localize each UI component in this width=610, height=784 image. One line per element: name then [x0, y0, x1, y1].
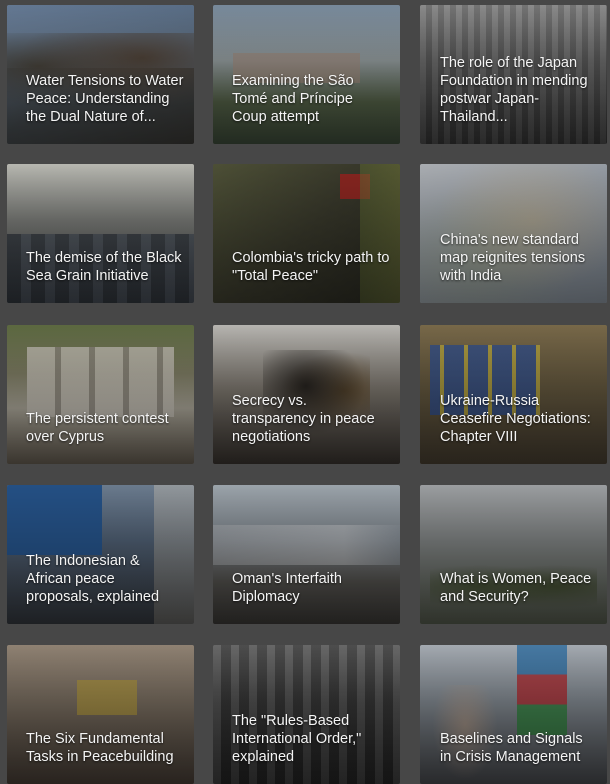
article-title: The "Rules-Based International Order," e…: [232, 713, 362, 765]
article-title: Examining the São Tomé and Príncipe Coup…: [232, 73, 354, 125]
article-card-china-map[interactable]: China's new standard map reignites tensi…: [420, 164, 607, 303]
article-title: Baselines and Signals in Crisis Manageme…: [440, 731, 583, 765]
article-card-japan-foundation[interactable]: The role of the Japan Foundation in mend…: [420, 5, 607, 144]
article-card-ukraine-russia[interactable]: Ukraine-Russia Ceasefire Negotiations: C…: [420, 325, 607, 464]
article-card-black-sea-grain[interactable]: The demise of the Black Sea Grain Initia…: [7, 164, 194, 303]
article-title: China's new standard map reignites tensi…: [440, 232, 586, 284]
article-card-oman-interfaith[interactable]: Oman's Interfaith Diplomacy: [213, 485, 400, 624]
article-card-six-tasks[interactable]: The Six Fundamental Tasks in Peacebuildi…: [7, 645, 194, 784]
article-card-rules-based-order[interactable]: The "Rules-Based International Order," e…: [213, 645, 400, 784]
article-card-cyprus[interactable]: The persistent contest over Cyprus: [7, 325, 194, 464]
article-card-baselines-signals[interactable]: Baselines and Signals in Crisis Manageme…: [420, 645, 607, 784]
article-card-secrecy-transparency[interactable]: Secrecy vs. transparency in peace negoti…: [213, 325, 400, 464]
article-title: Colombia's tricky path to "Total Peace": [232, 250, 390, 284]
article-title: The demise of the Black Sea Grain Initia…: [26, 250, 182, 284]
article-card-sao-tome-coup[interactable]: Examining the São Tomé and Príncipe Coup…: [213, 5, 400, 144]
article-title: The Indonesian & African peace proposals…: [26, 553, 160, 605]
article-title: Water Tensions to Water Peace: Understan…: [26, 73, 184, 125]
article-grid: Water Tensions to Water Peace: Understan…: [0, 0, 610, 784]
article-title: What is Women, Peace and Security?: [440, 571, 592, 605]
article-card-water-tensions[interactable]: Water Tensions to Water Peace: Understan…: [7, 5, 194, 144]
article-card-indonesian-african[interactable]: The Indonesian & African peace proposals…: [7, 485, 194, 624]
article-title: Ukraine-Russia Ceasefire Negotiations: C…: [440, 393, 591, 445]
article-title: The role of the Japan Foundation in mend…: [440, 55, 588, 125]
article-title: Secrecy vs. transparency in peace negoti…: [232, 393, 375, 445]
article-card-women-peace-security[interactable]: What is Women, Peace and Security?: [420, 485, 607, 624]
article-title: The Six Fundamental Tasks in Peacebuildi…: [26, 731, 174, 765]
article-title: Oman's Interfaith Diplomacy: [232, 571, 342, 605]
article-card-colombia-total-peace[interactable]: Colombia's tricky path to "Total Peace": [213, 164, 400, 303]
article-title: The persistent contest over Cyprus: [26, 411, 169, 445]
